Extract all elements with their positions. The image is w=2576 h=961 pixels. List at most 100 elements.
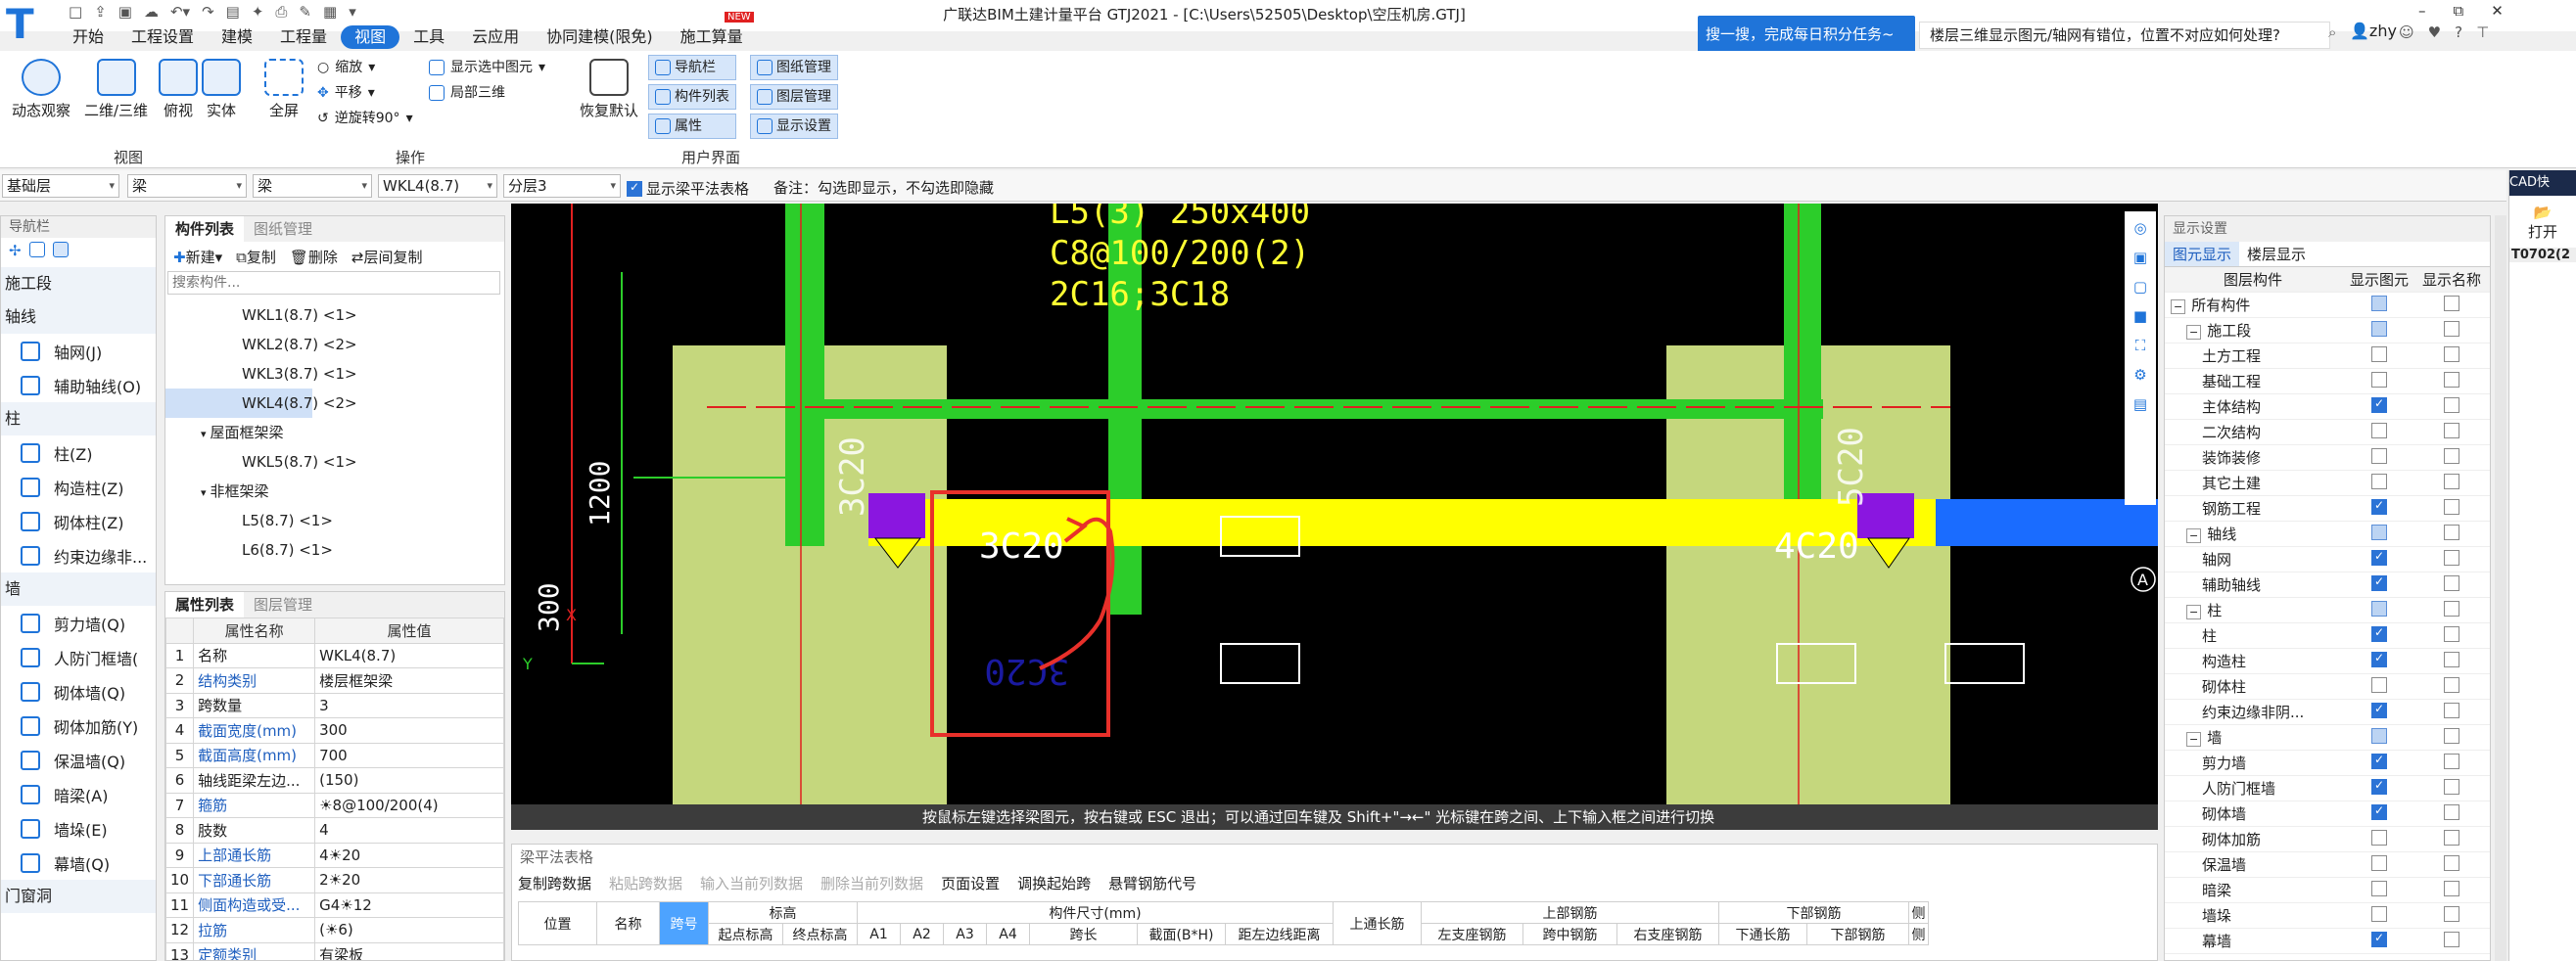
share-icon[interactable]: ✦ — [252, 3, 264, 21]
tab-drawing-mgr[interactable]: 图纸管理 — [244, 216, 322, 242]
display-row[interactable]: 墙垛 — [2165, 903, 2490, 929]
display-row[interactable]: 构造柱 — [2165, 649, 2490, 674]
display-row[interactable]: 其它土建 — [2165, 471, 2490, 496]
show-element-checkbox[interactable] — [2371, 676, 2387, 693]
collapse-icon[interactable]: − — [2171, 299, 2186, 314]
show-name-checkbox[interactable] — [2444, 854, 2459, 871]
nav-item[interactable]: 砌体柱(Z) — [1, 504, 156, 538]
show-element-checkbox[interactable] — [2371, 905, 2387, 922]
show-name-checkbox[interactable] — [2444, 295, 2459, 311]
layer-icon[interactable]: ▤ — [226, 3, 240, 21]
tree-item[interactable]: WKL2(8.7) <2> — [165, 330, 504, 359]
beam-action[interactable]: 删除当前列数据 — [820, 873, 923, 893]
display-row[interactable]: − 所有构件 — [2165, 293, 2490, 318]
show-table-checkbox[interactable]: 显示梁平法表格 — [627, 178, 749, 199]
minimize-icon[interactable]: – — [2418, 2, 2426, 20]
show-element-checkbox[interactable] — [2371, 829, 2387, 846]
property-row[interactable]: 9 上部通长筋 4☀20 — [165, 842, 504, 868]
display-row[interactable]: − 轴线 — [2165, 522, 2490, 547]
show-name-checkbox[interactable] — [2444, 651, 2459, 667]
th-span-no[interactable]: 跨号 — [659, 901, 709, 945]
floor-copy-button[interactable]: ⇄层间复制 — [351, 247, 423, 267]
show-name-checkbox[interactable] — [2444, 524, 2459, 540]
show-name-checkbox[interactable] — [2444, 371, 2459, 388]
menu-7[interactable]: 协同建模(限免) — [533, 25, 667, 49]
tree-item[interactable]: WKL3(8.7) <1> — [165, 359, 504, 389]
tree-item[interactable]: ▾ 屋面框架梁 — [165, 418, 504, 447]
prop-value[interactable]: (☀6) — [314, 917, 504, 943]
display-row[interactable]: 砌体加筋 — [2165, 827, 2490, 852]
nav-item[interactable]: 砌体墙(Q) — [1, 674, 156, 709]
prop-value[interactable]: 4 — [314, 817, 504, 844]
drawing-mgr-toggle[interactable]: 图纸管理 — [750, 55, 838, 80]
property-row[interactable]: 6 轴线距梁左边... (150) — [165, 767, 504, 794]
cad-file-item[interactable]: T0702(2 — [2509, 248, 2576, 262]
prop-value[interactable]: 楼层框架梁 — [314, 667, 504, 694]
layer-mgr-toggle[interactable]: 图层管理 — [750, 84, 838, 110]
user-name[interactable]: 👤zhy — [2350, 22, 2397, 40]
print-icon[interactable]: ⎙ — [275, 3, 287, 21]
property-row[interactable]: 5 截面高度(mm) 700 — [165, 742, 504, 768]
display-row[interactable]: 暗梁 — [2165, 878, 2490, 903]
type-select-1[interactable]: 梁 — [127, 174, 247, 198]
menu-4[interactable]: 视图 — [341, 25, 400, 49]
tree-item[interactable]: WKL5(8.7) <1> — [165, 447, 504, 477]
solid-button[interactable]: 实体 — [202, 59, 241, 120]
cube-fill-mini-icon[interactable]: ■ — [2133, 307, 2147, 325]
tab-properties[interactable]: 属性列表 — [165, 592, 245, 618]
show-name-checkbox[interactable] — [2444, 345, 2459, 362]
show-element-checkbox[interactable] — [2371, 371, 2387, 388]
collapse-icon[interactable]: − — [2186, 528, 2202, 543]
prop-value[interactable]: WKL4(8.7) — [314, 642, 504, 668]
menu-3[interactable]: 工程量 — [266, 25, 341, 49]
menu-1[interactable]: 工程设置 — [117, 25, 208, 49]
property-row[interactable]: 7 箍筋 ☀8@100/200(4) — [165, 792, 504, 818]
tree-item[interactable]: WKL1(8.7) <1> — [165, 300, 504, 330]
edit-icon[interactable]: ✎ — [299, 3, 311, 21]
property-row[interactable]: 13 定额类别 有梁板 — [165, 941, 504, 960]
nav-item[interactable]: 砌体加筋(Y) — [1, 709, 156, 743]
local-3d-button[interactable]: 局部三维 — [429, 80, 545, 106]
floor-select[interactable]: 基础层 — [2, 174, 119, 198]
search-icon[interactable]: ⌕ — [2328, 23, 2348, 41]
show-name-checkbox[interactable] — [2444, 473, 2459, 489]
props-toggle[interactable]: 属性 — [648, 114, 736, 139]
cube-mini-icon[interactable]: ▢ — [2133, 278, 2147, 296]
show-name-checkbox[interactable] — [2444, 880, 2459, 896]
nav-item[interactable]: 墙垛(E) — [1, 811, 156, 846]
nav-detail-icon[interactable] — [52, 242, 69, 257]
property-row[interactable]: 1 名称 WKL4(8.7) — [165, 642, 504, 668]
display-settings-toggle[interactable]: 显示设置 — [750, 114, 838, 139]
tree-item[interactable]: WKL4(8.7) <2> — [165, 389, 357, 418]
search-promo[interactable]: 搜一搜，完成每日积分任务~ — [1698, 16, 1915, 53]
display-row[interactable]: 柱 — [2165, 623, 2490, 649]
3d-mini-icon[interactable]: ▣ — [2133, 249, 2147, 266]
property-row[interactable]: 3 跨数量 3 — [165, 692, 504, 718]
orbit-button[interactable]: 动态观察 — [12, 59, 70, 120]
display-row[interactable]: 保温墙 — [2165, 852, 2490, 878]
show-element-checkbox[interactable] — [2371, 295, 2387, 311]
save-icon[interactable]: ▣ — [118, 3, 132, 21]
show-element-checkbox[interactable] — [2371, 473, 2387, 489]
calc-icon[interactable]: ▦ — [323, 3, 337, 21]
collapse-icon[interactable]: − — [2186, 605, 2202, 619]
upload-icon[interactable]: ⇪ — [94, 3, 107, 21]
show-element-checkbox[interactable] — [2371, 702, 2387, 718]
display-row[interactable]: 二次结构 — [2165, 420, 2490, 445]
display-row[interactable]: 辅助轴线 — [2165, 572, 2490, 598]
undo-icon[interactable]: ↶▾ — [170, 3, 190, 21]
comp-list-toggle[interactable]: 构件列表 — [648, 84, 736, 110]
gear-mini-icon[interactable]: ⚙ — [2133, 366, 2146, 384]
input-box-4[interactable] — [1944, 643, 2025, 684]
show-element-checkbox[interactable] — [2371, 524, 2387, 540]
show-name-checkbox[interactable] — [2444, 447, 2459, 464]
show-name-checkbox[interactable] — [2444, 702, 2459, 718]
display-row[interactable]: 钢筋工程 — [2165, 496, 2490, 522]
orbit-mini-icon[interactable]: ◎ — [2133, 219, 2146, 237]
nav-item[interactable]: 约束边缘非... — [1, 538, 156, 572]
show-element-checkbox[interactable] — [2371, 625, 2387, 642]
nav-section[interactable]: 施工段 — [1, 267, 156, 300]
nav-item[interactable]: 辅助轴线(O) — [1, 368, 156, 402]
new-file-icon[interactable]: □ — [69, 3, 82, 21]
nav-item[interactable]: 幕墙(Q) — [1, 846, 156, 880]
